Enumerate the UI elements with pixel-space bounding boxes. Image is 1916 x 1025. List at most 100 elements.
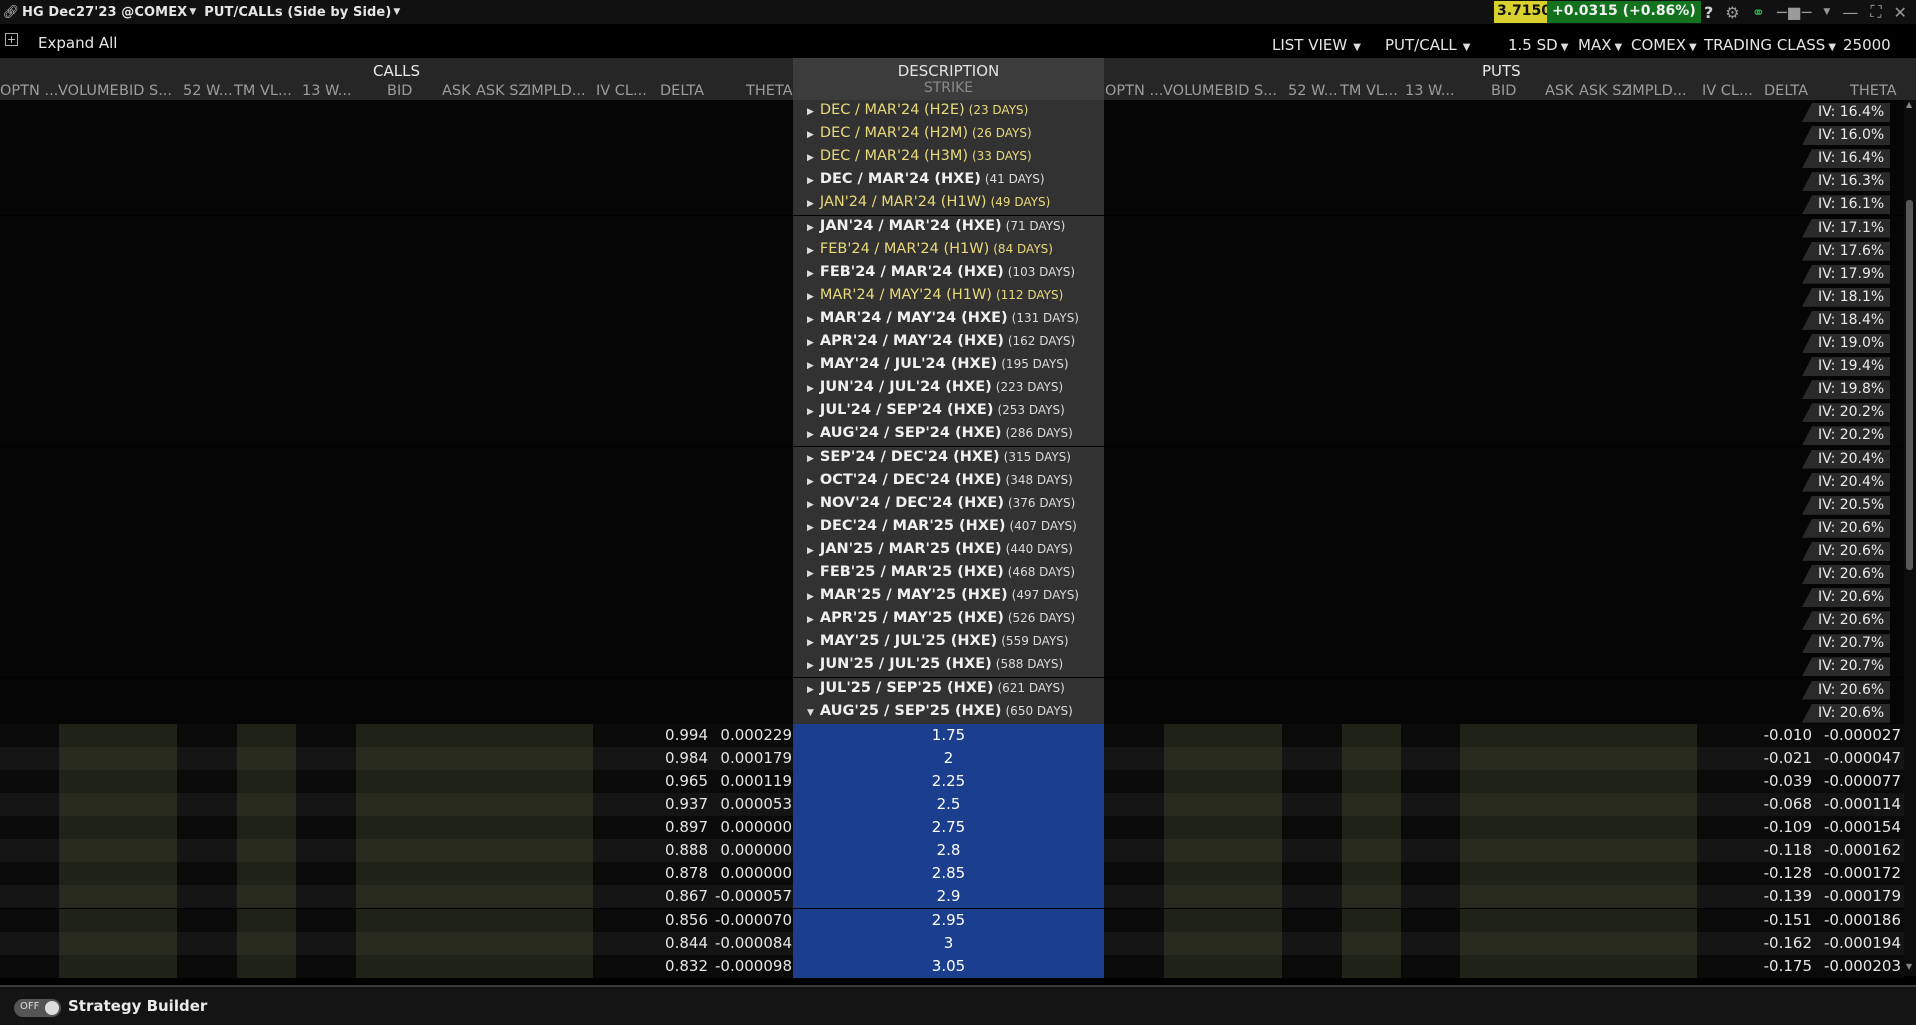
call-quote-cell[interactable] — [59, 954, 177, 978]
strike-row[interactable]: 0.856 -0.000070 2.95 -0.151 -0.000186 — [0, 908, 1904, 932]
expiry-description[interactable]: ▶ MAR'24 / MAY'24 (HXE) (131 DAYS) — [793, 307, 1104, 331]
strike-row[interactable]: 0.867 -0.000057 2.9 -0.139 -0.000179 — [0, 885, 1904, 909]
put-col-optn[interactable]: OPTN ... — [1105, 83, 1163, 99]
expiry-row[interactable]: IV: 20.6% ▶ APR'25 / MAY'25 (HXE) (526 DAYS… — [0, 608, 1904, 632]
caret-right-icon[interactable]: ▶ — [807, 223, 814, 233]
expiry-description[interactable]: ▶ APR'24 / MAY'24 (HXE) (162 DAYS) — [793, 331, 1104, 354]
strike-price[interactable]: 2.85 — [793, 862, 1104, 886]
caret-down-icon[interactable]: ▼ — [807, 708, 814, 718]
expiry-description[interactable]: ▶ JAN'25 / MAR'25 (HXE) (440 DAYS) — [793, 538, 1104, 562]
put-quote-cell[interactable] — [1164, 885, 1282, 909]
expiry-description[interactable]: ▶ MAY'25 / JUL'25 (HXE) (559 DAYS) — [793, 631, 1104, 655]
put-quote-cell[interactable] — [1342, 885, 1401, 909]
call-quote-cell[interactable] — [356, 769, 593, 793]
expiry-row[interactable]: IV: 20.6% ▼ AUG'25 / SEP'25 (HXE) (650 DAYS… — [0, 700, 1904, 724]
call-quote-cell[interactable] — [59, 723, 177, 747]
put-col-ask[interactable]: ASK — [1545, 83, 1574, 99]
view-title[interactable]: PUT/CALLs (Side by Side) — [204, 5, 391, 20]
strike-price[interactable]: 2.95 — [793, 908, 1104, 932]
strike-price[interactable]: 2.75 — [793, 816, 1104, 840]
put-quote-cell[interactable] — [1164, 839, 1282, 863]
strike-price[interactable]: 2 — [793, 746, 1104, 770]
expiry-description[interactable]: ▶ JUL'25 / SEP'25 (HXE) (621 DAYS) — [793, 677, 1104, 701]
expiry-row[interactable]: IV: 18.1% ▶ MAR'24 / MAY'24 (H1W) (112 DAYS… — [0, 284, 1904, 308]
call-quote-cell[interactable] — [356, 931, 593, 955]
maximize-icon[interactable]: ⛶ — [1870, 2, 1881, 22]
caret-right-icon[interactable]: ▶ — [807, 638, 814, 648]
put-quote-cell[interactable] — [1164, 954, 1282, 978]
caret-right-icon[interactable]: ▶ — [807, 338, 814, 348]
trading-class-dropdown[interactable]: TRADING CLASS ▼ — [1704, 36, 1836, 54]
expiry-row[interactable]: IV: 20.4% ▶ SEP'24 / DEC'24 (HXE) (315 DAYS… — [0, 446, 1904, 470]
call-col-ask[interactable]: ASK — [442, 83, 471, 99]
expiry-description[interactable]: ▶ DEC'24 / MAR'25 (HXE) (407 DAYS) — [793, 515, 1104, 539]
call-col-ask-size[interactable]: ASK SZ — [476, 83, 528, 99]
strike-row[interactable]: 0.994 0.000229 1.75 -0.010 -0.000027 — [0, 723, 1904, 747]
caret-right-icon[interactable]: ▶ — [807, 384, 814, 394]
expiry-row[interactable]: IV: 16.1% ▶ JAN'24 / MAR'24 (H1W) (49 DAYS) — [0, 192, 1904, 216]
call-quote-cell[interactable] — [356, 954, 593, 978]
caret-right-icon[interactable]: ▶ — [807, 685, 814, 695]
put-quote-cell[interactable] — [1164, 908, 1282, 932]
call-col-bid[interactable]: BID — [387, 83, 412, 99]
caret-right-icon[interactable]: ▶ — [807, 130, 814, 140]
strategy-builder-toggle[interactable]: OFF — [14, 999, 61, 1017]
call-quote-cell[interactable] — [237, 769, 296, 793]
expiry-row[interactable]: IV: 19.0% ▶ APR'24 / MAY'24 (HXE) (162 DAYS… — [0, 331, 1904, 354]
caret-right-icon[interactable]: ▶ — [807, 477, 814, 487]
expiry-description[interactable]: ▶ SEP'24 / DEC'24 (HXE) (315 DAYS) — [793, 446, 1104, 470]
caret-right-icon[interactable]: ▶ — [807, 107, 814, 117]
expand-all-button[interactable]: Expand All — [38, 34, 117, 52]
put-quote-cell[interactable] — [1460, 839, 1697, 863]
put-quote-cell[interactable] — [1342, 954, 1401, 978]
caret-right-icon[interactable]: ▶ — [807, 430, 814, 440]
pin-icon[interactable]: ─■─ — [1777, 3, 1811, 22]
call-quote-cell[interactable] — [59, 816, 177, 840]
close-icon[interactable]: ✕ — [1894, 3, 1907, 22]
help-icon[interactable]: ? — [1704, 3, 1713, 22]
expiry-description[interactable]: ▶ AUG'24 / SEP'24 (HXE) (286 DAYS) — [793, 423, 1104, 447]
expiry-description[interactable]: ▼ AUG'25 / SEP'25 (HXE) (650 DAYS) — [793, 700, 1104, 724]
expiry-row[interactable]: IV: 20.6% ▶ JAN'25 / MAR'25 (HXE) (440 DAYS… — [0, 538, 1904, 562]
call-col-theta[interactable]: THETA — [746, 83, 793, 99]
put-col-iv-close[interactable]: IV CL... — [1702, 83, 1753, 99]
strike-price[interactable]: 2.8 — [793, 839, 1104, 863]
put-col-bid[interactable]: BID — [1491, 83, 1516, 99]
call-quote-cell[interactable] — [59, 839, 177, 863]
expiry-description[interactable]: ▶ NOV'24 / DEC'24 (HXE) (376 DAYS) — [793, 492, 1104, 516]
put-col-52w[interactable]: 52 W... — [1288, 83, 1338, 99]
call-quote-cell[interactable] — [237, 793, 296, 816]
put-quote-cell[interactable] — [1164, 746, 1282, 770]
expiry-row[interactable]: IV: 20.7% ▶ JUN'25 / JUL'25 (HXE) (588 DAYS… — [0, 654, 1904, 678]
view-dropdown-icon[interactable]: ▼ — [393, 7, 400, 17]
scroll-up-icon[interactable]: ▲ — [1906, 100, 1912, 109]
strike-row[interactable]: 0.937 0.000053 2.5 -0.068 -0.000114 — [0, 793, 1904, 816]
expiry-row[interactable]: IV: 20.5% ▶ NOV'24 / DEC'24 (HXE) (376 DAYS… — [0, 492, 1904, 516]
put-quote-cell[interactable] — [1342, 769, 1401, 793]
caret-right-icon[interactable]: ▶ — [807, 454, 814, 464]
put-quote-cell[interactable] — [1460, 793, 1697, 816]
call-quote-cell[interactable] — [237, 931, 296, 955]
call-quote-cell[interactable] — [59, 746, 177, 770]
caret-right-icon[interactable]: ▶ — [807, 361, 814, 371]
put-call-dropdown[interactable]: PUT/CALL ▼ — [1385, 36, 1470, 54]
caret-right-icon[interactable]: ▶ — [807, 246, 814, 256]
expiry-row[interactable]: IV: 20.6% ▶ DEC'24 / MAR'25 (HXE) (407 DAYS… — [0, 515, 1904, 539]
scroll-down-icon[interactable]: ▼ — [1906, 962, 1912, 971]
call-col-iv-close[interactable]: IV CL... — [596, 83, 647, 99]
expiry-row[interactable]: IV: 19.8% ▶ JUN'24 / JUL'24 (HXE) (223 DAYS… — [0, 377, 1904, 401]
strike-row[interactable]: 0.832 -0.000098 3.05 -0.175 -0.000203 — [0, 954, 1904, 978]
caret-right-icon[interactable]: ▶ — [807, 546, 814, 556]
put-col-tm-vl[interactable]: TM VL... — [1340, 83, 1398, 99]
caret-right-icon[interactable]: ▶ — [807, 661, 814, 671]
put-col-13w[interactable]: 13 W... — [1405, 83, 1455, 99]
expiry-description[interactable]: ▶ MAR'25 / MAY'25 (HXE) (497 DAYS) — [793, 585, 1104, 609]
put-col-ask-size[interactable]: ASK SZ — [1579, 83, 1631, 99]
call-quote-cell[interactable] — [59, 793, 177, 816]
scrollbar-thumb[interactable] — [1906, 200, 1913, 570]
put-col-bid-size[interactable]: BID S... — [1224, 83, 1277, 99]
call-quote-cell[interactable] — [356, 862, 593, 886]
expiry-row[interactable]: IV: 17.6% ▶ FEB'24 / MAR'24 (H1W) (84 DAYS) — [0, 238, 1904, 262]
call-quote-cell[interactable] — [59, 862, 177, 886]
put-col-theta[interactable]: THETA — [1850, 83, 1897, 99]
